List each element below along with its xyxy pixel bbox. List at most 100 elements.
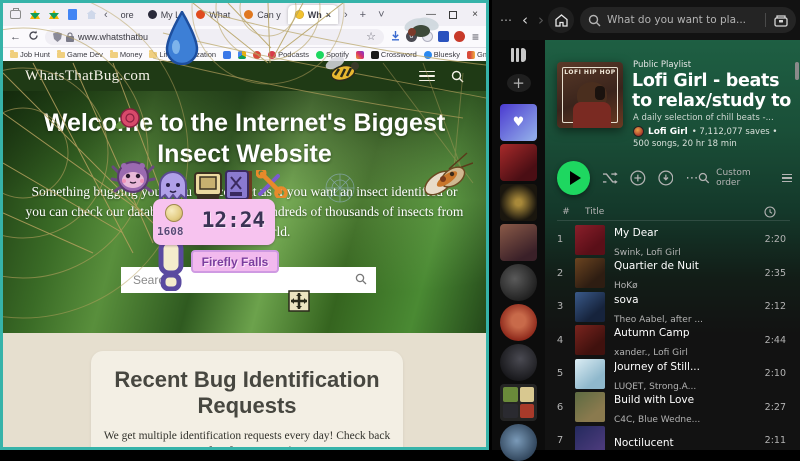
liked-songs-tile[interactable]: ♥ xyxy=(500,104,537,141)
bookmark-folder-job-hunt[interactable]: Job Hunt xyxy=(10,50,50,59)
saves-count: • 7,112,077 saves • xyxy=(692,127,778,137)
back-icon[interactable]: ← xyxy=(10,31,21,43)
playlist-cover-art[interactable]: LOFI HIP HOP xyxy=(557,62,623,128)
rose-bug-sticker xyxy=(113,106,143,139)
track-duration: 2:27 xyxy=(765,402,786,413)
playlist-title-line2[interactable]: to relax/study to xyxy=(632,91,791,111)
bookmark-sheets-icon[interactable] xyxy=(223,51,231,59)
play-button[interactable] xyxy=(557,161,590,195)
list-tabs-caret[interactable]: ˅ xyxy=(372,9,390,21)
bookmark-bluesky[interactable]: Bluesky xyxy=(424,50,460,59)
address-bar[interactable]: www.whatsthatbu ☆ xyxy=(45,29,384,45)
library-artist-thumb[interactable] xyxy=(500,224,537,261)
library-album-thumb[interactable] xyxy=(500,144,537,181)
divider xyxy=(765,13,766,27)
maximize-button[interactable] xyxy=(442,11,464,19)
track-title[interactable]: My Dear xyxy=(614,227,658,239)
cover-art-label: LOFI HIP HOP xyxy=(557,69,623,76)
bookmark-gmail[interactable]: Gmail xyxy=(467,50,486,59)
spotify-menu-icon[interactable]: ⋯ xyxy=(500,13,512,27)
tab-whatsthatbug-active[interactable]: Wh × xyxy=(288,5,338,24)
spotify-search-bar[interactable]: What do you want to pla... xyxy=(580,7,796,33)
your-library-icon[interactable] xyxy=(511,48,526,62)
more-options-icon[interactable]: ⋯ xyxy=(685,171,698,186)
track-duration: 2:44 xyxy=(765,335,786,346)
playlist-byline: Lofi Girl • 7,112,077 saves • xyxy=(633,126,777,137)
bookmark-folder-game-dev[interactable]: Game Dev xyxy=(57,50,103,59)
track-title[interactable]: Autumn Camp xyxy=(614,327,690,339)
shuffle-icon[interactable] xyxy=(602,171,618,185)
bookmark-podcasts[interactable]: Podcasts xyxy=(268,50,309,59)
search-icon xyxy=(588,14,601,27)
column-title[interactable]: Title xyxy=(585,207,604,217)
firefox-view-icon[interactable] xyxy=(9,8,22,21)
tab-scroll-left[interactable]: ‹ xyxy=(98,9,114,21)
tab-partial[interactable]: ore xyxy=(114,5,141,24)
nav-forward-icon[interactable]: › xyxy=(538,11,544,29)
sort-order-label[interactable]: Custom order xyxy=(716,168,776,188)
library-artist-thumb[interactable] xyxy=(500,304,537,341)
home-button[interactable] xyxy=(548,7,574,33)
bookmark-crossword[interactable]: Crossword xyxy=(371,50,417,59)
add-to-library-icon[interactable] xyxy=(630,170,646,186)
track-duration: 2:20 xyxy=(765,234,786,245)
track-row[interactable]: 4 Autumn Campxander., Lofi Girl 2:44 xyxy=(545,324,800,358)
bookmark-star-icon[interactable]: ☆ xyxy=(366,30,376,43)
library-folder-thumb[interactable] xyxy=(500,384,537,421)
download-icon[interactable] xyxy=(658,170,674,186)
track-title[interactable]: Journey of Still... xyxy=(614,361,700,373)
pinned-tab-docs-icon[interactable] xyxy=(66,8,79,21)
site-logo[interactable]: WhatsThatBug.com xyxy=(25,68,150,85)
library-artist-thumb[interactable] xyxy=(500,344,537,381)
track-title[interactable]: sova xyxy=(614,294,639,306)
playlist-title-line1[interactable]: Lofi Girl - beats xyxy=(632,71,779,91)
duration-clock-icon[interactable] xyxy=(764,206,776,218)
scrollbar-thumb[interactable] xyxy=(795,62,799,80)
track-row[interactable]: 1 My DearSwink, Lofi Girl 2:20 xyxy=(545,223,800,257)
tab-can-y[interactable]: Can y xyxy=(237,5,288,24)
track-row[interactable]: 3 sovaTheo Aabel, after ... 2:12 xyxy=(545,290,800,324)
track-title[interactable]: Build with Love xyxy=(614,394,694,406)
library-album-thumb[interactable] xyxy=(500,184,537,221)
window-close-button[interactable]: × xyxy=(464,9,486,20)
clock-time: 12:24 xyxy=(202,208,265,232)
site-search-icon[interactable] xyxy=(451,70,464,83)
track-row[interactable]: 2 Quartier de NuitHoKø 2:35 xyxy=(545,257,800,291)
refresh-icon[interactable] xyxy=(28,30,39,44)
track-row[interactable]: 6 Build with LoveC4C, Blue Wedne... 2:27 xyxy=(545,391,800,425)
adblock-icon[interactable] xyxy=(454,31,465,42)
pinned-tab-drive-icon[interactable] xyxy=(28,8,41,21)
tab-scroll-right[interactable]: › xyxy=(338,9,354,21)
bookmark-folder-money[interactable]: Money xyxy=(110,50,143,59)
pinned-tab-drive2-icon[interactable] xyxy=(47,8,60,21)
podcasts-icon xyxy=(268,51,276,59)
library-artist-thumb[interactable] xyxy=(500,264,537,301)
downloads-icon[interactable] xyxy=(390,30,401,44)
playlist-controls: ⋯ Custom order xyxy=(545,158,800,198)
track-row[interactable]: 7 Noctilucent 2:11 xyxy=(545,424,800,450)
bookmark-drive-icon[interactable] xyxy=(238,51,246,59)
app-menu-icon[interactable]: ≡ xyxy=(472,30,479,44)
library-artist-thumb[interactable] xyxy=(500,424,537,461)
owner-avatar[interactable] xyxy=(633,126,644,137)
pinned-tab-home-icon[interactable] xyxy=(85,8,98,21)
new-tab-button[interactable]: + xyxy=(354,9,372,21)
bluesky-icon xyxy=(424,51,432,59)
owner-name[interactable]: Lofi Girl xyxy=(648,127,688,137)
create-playlist-button[interactable]: + xyxy=(507,74,531,92)
search-submit-icon[interactable] xyxy=(355,273,367,285)
search-in-playlist-icon[interactable] xyxy=(698,172,710,184)
browse-icon[interactable] xyxy=(774,14,788,27)
tab-close-icon[interactable]: × xyxy=(326,10,331,20)
site-menu-icon[interactable] xyxy=(419,71,435,82)
coin-count: 1608 xyxy=(157,225,184,238)
track-title[interactable]: Quartier de Nuit xyxy=(614,260,699,272)
track-row[interactable]: 5 Journey of Still...LUQET, Strong.A... … xyxy=(545,357,800,391)
track-title[interactable]: Noctilucent xyxy=(614,437,674,449)
list-view-icon[interactable] xyxy=(782,174,792,183)
track-artists[interactable]: C4C, Blue Wedne... xyxy=(614,415,700,425)
site-header: WhatsThatBug.com xyxy=(3,61,486,91)
nav-back-icon[interactable]: ‹ xyxy=(522,11,528,29)
bookmark-m-icon[interactable] xyxy=(253,51,261,59)
url-text: www.whatsthatbu xyxy=(78,32,148,42)
